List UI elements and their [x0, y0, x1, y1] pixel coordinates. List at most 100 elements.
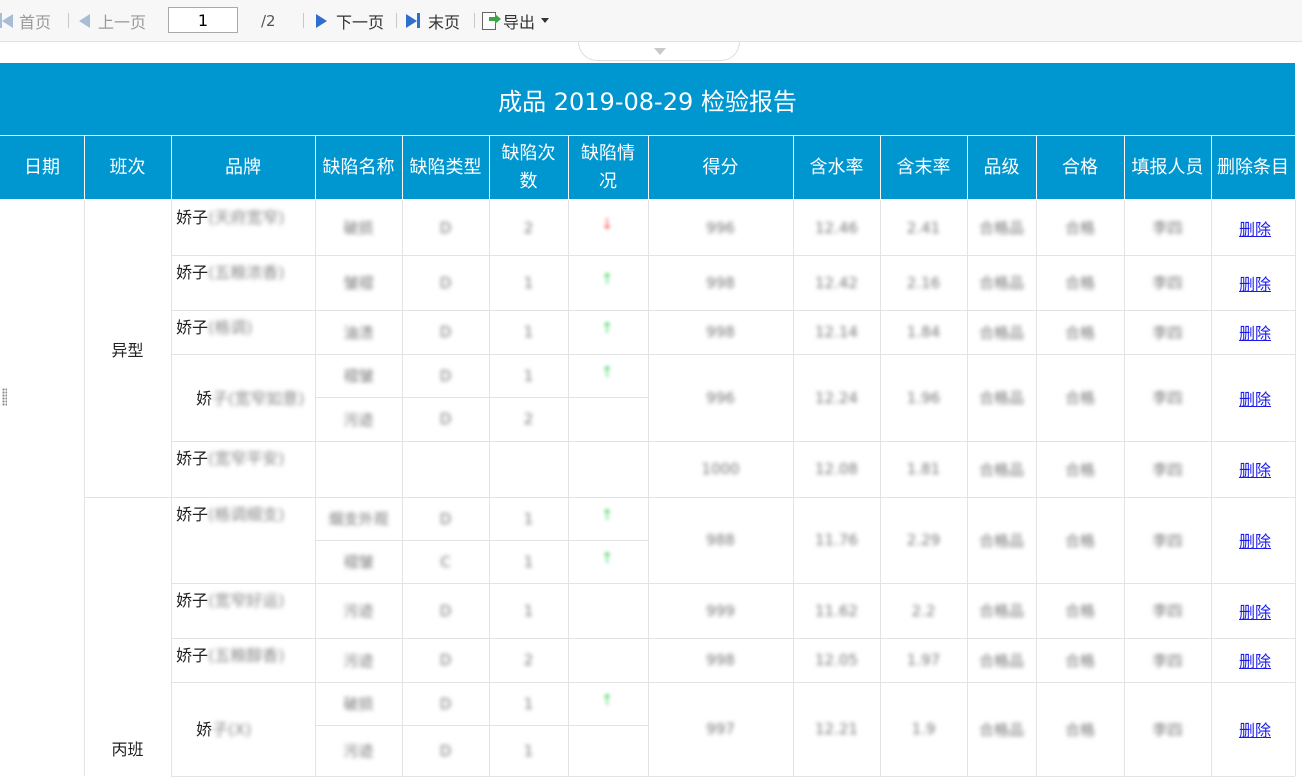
moisture-cell: 12.08 — [815, 460, 858, 478]
grade-cell: 合格品 — [978, 323, 1024, 342]
reporter-cell: 李四 — [1152, 531, 1183, 550]
dust-cell: 2.16 — [906, 273, 941, 292]
defect-count: 1 — [523, 366, 534, 385]
trend-up-icon: ↑ — [600, 505, 614, 524]
defect-count: 2 — [523, 651, 534, 669]
brand-detail: 子(宽窄如意) — [212, 389, 305, 408]
brand-name: 娇 — [196, 720, 213, 739]
first-page-label: 首页 — [19, 12, 52, 32]
delete-link[interactable]: 删除 — [1237, 271, 1273, 295]
total-pages: /2 — [261, 11, 276, 30]
score-cell: 996 — [706, 388, 735, 407]
next-page-button[interactable]: 下一页 — [316, 0, 384, 41]
grade-cell: 合格品 — [978, 720, 1024, 739]
brand-detail: (宽窄好运) — [208, 591, 285, 610]
export-button[interactable]: 导出 — [481, 0, 550, 41]
brand-name: 娇子 — [176, 505, 209, 524]
resize-grip-icon[interactable] — [2, 388, 7, 406]
pass-cell: 合格 — [1064, 219, 1095, 237]
header-dust: 含末率 — [880, 136, 967, 199]
delete-link[interactable]: 删除 — [1237, 320, 1273, 344]
defect-type: D — [439, 601, 452, 620]
last-page-button[interactable]: 末页 — [406, 0, 460, 41]
brand-detail: (五粮醇香) — [208, 646, 285, 665]
brand-cell: 娇子(宽窄好运) — [176, 587, 310, 636]
defect-count: 1 — [523, 509, 534, 528]
defect-name: 破损 — [343, 219, 374, 237]
defect-name: 污迹 — [343, 651, 374, 670]
grid-line — [1211, 200, 1212, 776]
defect-type: D — [439, 741, 452, 760]
delete-link[interactable]: 删除 — [1237, 648, 1273, 672]
defect-count: 1 — [523, 552, 534, 571]
dust-cell: 2.29 — [906, 531, 941, 549]
moisture-cell: 12.24 — [815, 388, 858, 407]
reporter-cell: 李四 — [1152, 389, 1183, 407]
score-cell: 999 — [706, 601, 735, 620]
dust-cell: 1.84 — [906, 323, 941, 341]
defect-count: 1 — [523, 323, 534, 341]
brand-name: 娇子 — [176, 591, 209, 610]
header-divider — [1124, 136, 1125, 199]
delete-link[interactable]: 删除 — [1237, 216, 1273, 240]
brand-name: 娇子 — [176, 318, 209, 337]
shift-label: 丙班 — [111, 740, 144, 759]
defect-name: 皱褶 — [343, 274, 374, 292]
trend-up-icon: ↑ — [600, 269, 614, 288]
prev-page-icon — [79, 13, 90, 28]
first-page-button[interactable]: 首页 — [0, 0, 51, 41]
brand-detail: (宽窄平安) — [208, 449, 285, 468]
moisture-cell: 11.62 — [815, 601, 858, 620]
dust-cell: 1.9 — [911, 720, 936, 738]
brand-detail: (五粮浓香) — [208, 263, 285, 282]
header-divider — [880, 136, 881, 199]
header-divider — [315, 136, 316, 199]
header-defect-type: 缺陷类型 — [402, 136, 489, 199]
dust-cell: 1.81 — [906, 460, 941, 478]
brand-name: 娇 — [196, 389, 213, 408]
dust-cell: 2.41 — [906, 218, 941, 237]
defect-type: D — [439, 218, 452, 237]
brand-detail: (格调细支) — [208, 505, 285, 524]
delete-link[interactable]: 删除 — [1237, 528, 1273, 552]
delete-link[interactable]: 删除 — [1237, 386, 1273, 410]
collapse-arrow-icon — [654, 48, 666, 55]
defect-name: 褶皱 — [343, 553, 374, 571]
grid-line — [171, 200, 172, 776]
header-divider — [1036, 136, 1037, 199]
defect-count: 1 — [523, 741, 534, 760]
defect-count: 2 — [523, 410, 534, 428]
delete-link[interactable]: 删除 — [1237, 717, 1273, 741]
delete-link[interactable]: 删除 — [1237, 457, 1273, 481]
header-divider — [967, 136, 968, 199]
header-date: 日期 — [0, 136, 84, 199]
header-shift: 班次 — [84, 136, 171, 199]
brand-name: 娇子 — [176, 208, 209, 227]
delete-link[interactable]: 删除 — [1237, 599, 1273, 623]
reporter-cell: 李四 — [1152, 720, 1183, 739]
moisture-cell: 12.21 — [815, 720, 858, 738]
brand-cell: 娇子(格调) — [176, 314, 310, 352]
brand-cell: 娇子(X) — [176, 686, 330, 774]
last-page-icon — [406, 13, 417, 28]
brand-cell: 娇子(宽窄如意) — [176, 358, 330, 439]
export-icon — [481, 11, 501, 31]
collapse-toolbar-tab[interactable] — [578, 42, 740, 61]
page-number-input[interactable] — [168, 7, 238, 33]
header-divider — [402, 136, 403, 199]
defect-type: D — [439, 410, 452, 428]
score-cell: 996 — [706, 218, 735, 237]
reporter-cell: 李四 — [1152, 460, 1183, 479]
trend-up-icon: ↑ — [600, 690, 614, 709]
prev-page-button[interactable]: 上一页 — [79, 0, 146, 41]
score-cell: 998 — [706, 651, 735, 669]
header-divider — [793, 136, 794, 199]
grade-cell: 合格品 — [978, 274, 1024, 292]
trend-up-icon: ↑ — [600, 319, 614, 337]
moisture-cell: 12.46 — [815, 218, 858, 237]
header-defect-count: 缺陷次数 — [489, 136, 568, 199]
last-page-label: 末页 — [428, 12, 461, 32]
defect-type: D — [439, 323, 452, 341]
score-cell: 998 — [706, 323, 735, 341]
moisture-cell: 12.14 — [815, 323, 858, 341]
